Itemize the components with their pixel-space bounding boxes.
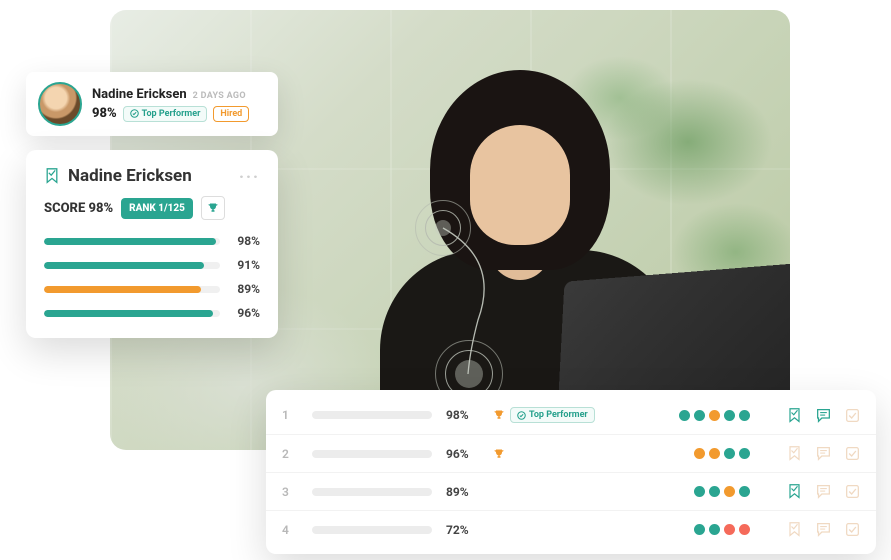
row-actions bbox=[780, 446, 860, 461]
score-bar-row: 98% bbox=[44, 234, 260, 248]
status-dot bbox=[724, 448, 735, 459]
score-bar-row: 89% bbox=[44, 282, 260, 296]
status-dots bbox=[694, 448, 750, 459]
profile-percent: 98% bbox=[92, 106, 117, 121]
score-name: Nadine Ericksen bbox=[68, 166, 231, 186]
profile-age: 2 DAYS AGO bbox=[193, 91, 246, 101]
score-card: Nadine Ericksen ··· SCORE 98% RANK 1/125… bbox=[26, 150, 278, 338]
bookmark-icon[interactable] bbox=[787, 408, 802, 423]
status-dot bbox=[694, 410, 705, 421]
table-row[interactable]: 2 96% bbox=[266, 434, 876, 472]
trophy-icon bbox=[493, 409, 505, 421]
row-percent: 89% bbox=[446, 485, 490, 499]
score-bar-row: 96% bbox=[44, 306, 260, 320]
rank-number: 2 bbox=[282, 447, 302, 461]
profile-name: Nadine Ericksen bbox=[92, 87, 187, 102]
more-button[interactable]: ··· bbox=[239, 167, 260, 186]
row-percent: 72% bbox=[446, 523, 490, 537]
status-dot bbox=[739, 524, 750, 535]
status-dot bbox=[739, 448, 750, 459]
profile-card[interactable]: Nadine Ericksen 2 DAYS AGO 98% Top Perfo… bbox=[26, 72, 278, 136]
rank-number: 3 bbox=[282, 485, 302, 499]
bar-track bbox=[44, 286, 220, 293]
score-bar-row: 91% bbox=[44, 258, 260, 272]
status-dots bbox=[694, 486, 750, 497]
row-actions bbox=[780, 522, 860, 537]
check-circle-icon bbox=[517, 411, 526, 420]
status-dot bbox=[679, 410, 690, 421]
trophy-icon bbox=[493, 448, 505, 460]
rank-number: 4 bbox=[282, 523, 302, 537]
status-dot bbox=[709, 410, 720, 421]
bar-fill bbox=[44, 286, 201, 293]
trophy-icon bbox=[207, 202, 219, 214]
bar-fill bbox=[44, 262, 204, 269]
name-placeholder bbox=[312, 526, 432, 534]
bar-track bbox=[44, 310, 220, 317]
bar-percent: 98% bbox=[230, 234, 260, 248]
bar-percent: 91% bbox=[230, 258, 260, 272]
status-dot bbox=[709, 486, 720, 497]
table-row[interactable]: 4 72% bbox=[266, 510, 876, 548]
comment-icon[interactable] bbox=[816, 522, 831, 537]
status-dot bbox=[724, 524, 735, 535]
check-square-icon[interactable] bbox=[845, 446, 860, 461]
status-dot bbox=[694, 448, 705, 459]
avatar[interactable] bbox=[38, 82, 82, 126]
bar-percent: 89% bbox=[230, 282, 260, 296]
top-performer-label: Top Performer bbox=[142, 109, 201, 119]
status-dot bbox=[709, 448, 720, 459]
status-dots bbox=[679, 410, 750, 421]
row-percent: 98% bbox=[446, 408, 490, 422]
check-square-icon[interactable] bbox=[845, 522, 860, 537]
status-dot bbox=[724, 486, 735, 497]
bookmark-icon bbox=[44, 168, 60, 184]
check-square-icon[interactable] bbox=[845, 408, 860, 423]
top-performer-badge: Top Performer bbox=[123, 106, 208, 122]
hired-badge: Hired bbox=[213, 106, 249, 122]
bookmark-icon[interactable] bbox=[787, 522, 802, 537]
bar-fill bbox=[44, 310, 213, 317]
bookmark-icon[interactable] bbox=[787, 484, 802, 499]
rank-number: 1 bbox=[282, 408, 302, 422]
leaderboard-table: 1 98% Top Performer 2 96% 3 89% 4 72% bbox=[266, 390, 876, 554]
status-dot bbox=[694, 486, 705, 497]
status-dot bbox=[709, 524, 720, 535]
top-performer-badge: Top Performer bbox=[510, 407, 595, 423]
table-row[interactable]: 1 98% Top Performer bbox=[266, 396, 876, 434]
status-dots bbox=[694, 524, 750, 535]
bar-track bbox=[44, 262, 220, 269]
trophy-button[interactable] bbox=[201, 196, 225, 220]
bookmark-icon[interactable] bbox=[787, 446, 802, 461]
name-placeholder bbox=[312, 411, 432, 419]
comment-icon[interactable] bbox=[816, 446, 831, 461]
comment-icon[interactable] bbox=[816, 484, 831, 499]
table-row[interactable]: 3 89% bbox=[266, 472, 876, 510]
name-placeholder bbox=[312, 450, 432, 458]
name-placeholder bbox=[312, 488, 432, 496]
check-circle-icon bbox=[130, 109, 139, 118]
row-actions bbox=[780, 408, 860, 423]
bar-percent: 96% bbox=[230, 306, 260, 320]
row-actions bbox=[780, 484, 860, 499]
comment-icon[interactable] bbox=[816, 408, 831, 423]
status-dot bbox=[724, 410, 735, 421]
status-dot bbox=[694, 524, 705, 535]
rank-pill[interactable]: RANK 1/125 bbox=[121, 198, 193, 219]
row-percent: 96% bbox=[446, 447, 490, 461]
top-performer-label: Top Performer bbox=[529, 410, 588, 420]
check-square-icon[interactable] bbox=[845, 484, 860, 499]
status-dot bbox=[739, 486, 750, 497]
bar-track bbox=[44, 238, 220, 245]
bar-fill bbox=[44, 238, 216, 245]
score-label: SCORE 98% bbox=[44, 201, 113, 216]
status-dot bbox=[739, 410, 750, 421]
